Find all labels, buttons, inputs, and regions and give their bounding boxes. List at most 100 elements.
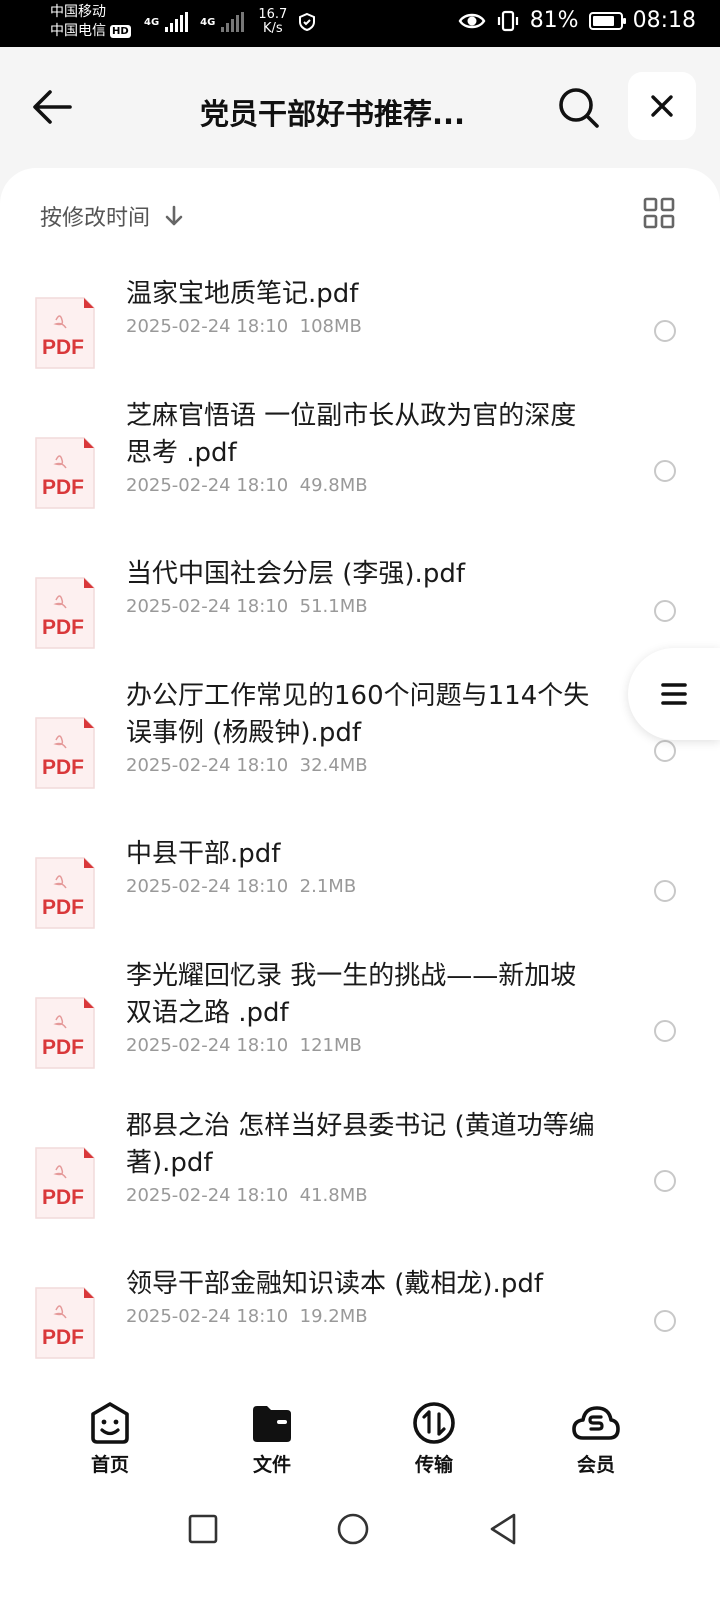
- signal-icon: [165, 12, 189, 32]
- carrier-1: 中国移动: [50, 4, 106, 20]
- svg-text:PDF: PDF: [42, 1036, 84, 1059]
- file-date: 2025-02-24 18:10: [126, 1035, 289, 1056]
- back-triangle-icon[interactable]: [488, 1512, 518, 1546]
- folder-icon: [253, 1406, 291, 1442]
- file-info: 办公厅工作常见的160个问题与114个失误事例 (杨殿钟).pdf 2025-0…: [126, 678, 596, 778]
- nav-home[interactable]: 首页: [60, 1400, 160, 1477]
- search-icon: [559, 88, 599, 128]
- pdf-file-icon: PDF: [34, 436, 96, 510]
- status-bar: 中国移动 中国电信 HD 4G 4G 16.7 K/s 81% 08:18: [0, 0, 720, 47]
- select-radio[interactable]: [654, 880, 676, 902]
- svg-text:PDF: PDF: [42, 476, 84, 499]
- file-name: 当代中国社会分层 (李强).pdf: [126, 559, 465, 589]
- smiley-icon: [91, 1402, 129, 1444]
- nav-vip-label: 会员: [576, 1454, 615, 1476]
- file-row[interactable]: PDF 领导干部金融知识读本 (戴相龙).pdf 2025-02-24 18:1…: [0, 1248, 720, 1388]
- svg-text:PDF: PDF: [42, 616, 84, 639]
- nav-files[interactable]: 文件: [222, 1400, 322, 1477]
- signal-area: 4G 4G 16.7 K/s: [144, 8, 317, 36]
- eye-icon: [458, 13, 486, 28]
- file-row[interactable]: PDF 办公厅工作常见的160个问题与114个失误事例 (杨殿钟).pdf 20…: [0, 678, 720, 818]
- vibrate-icon: [497, 10, 518, 31]
- file-name: 领导干部金融知识读本 (戴相龙).pdf: [126, 1269, 543, 1299]
- nav-vip[interactable]: 会员: [546, 1400, 646, 1477]
- file-row[interactable]: PDF 芝麻官悟语 一位副市长从政为官的深度思考 .pdf 2025-02-24…: [0, 398, 720, 538]
- file-size: 108MB: [299, 316, 362, 337]
- file-size: 49.8MB: [299, 475, 368, 496]
- file-meta: 2025-02-24 18:10 2.1MB: [126, 875, 596, 899]
- svg-text:PDF: PDF: [42, 336, 84, 359]
- network-speed: 16.7 K/s: [258, 8, 287, 36]
- file-date: 2025-02-24 18:10: [126, 316, 289, 337]
- net-type-1: 4G: [144, 16, 160, 28]
- pdf-file-icon: PDF: [34, 1146, 96, 1220]
- close-button[interactable]: [628, 72, 696, 140]
- file-info: 领导干部金融知识读本 (戴相龙).pdf 2025-02-24 18:10 19…: [126, 1266, 596, 1329]
- pdf-file-icon: PDF: [34, 1286, 96, 1360]
- signal-icon-2: [221, 12, 245, 32]
- file-meta: 2025-02-24 18:10 108MB: [126, 315, 596, 339]
- sort-selector[interactable]: 按修改时间: [40, 200, 184, 232]
- file-info: 李光耀回忆录 我一生的挑战——新加坡双语之路 .pdf 2025-02-24 1…: [126, 958, 596, 1058]
- select-radio[interactable]: [654, 1020, 676, 1042]
- file-date: 2025-02-24 18:10: [126, 475, 289, 496]
- file-date: 2025-02-24 18:10: [126, 876, 289, 897]
- select-radio[interactable]: [654, 740, 676, 762]
- page-title: 党员干部好书推荐...: [200, 97, 466, 131]
- bottom-navigation: 首页 文件 传输 会员: [0, 1400, 720, 1490]
- speed-value: 16.7: [258, 7, 288, 22]
- file-meta: 2025-02-24 18:10 121MB: [126, 1034, 596, 1058]
- nav-transfer-label: 传输: [414, 1454, 453, 1476]
- file-row[interactable]: PDF 中县干部.pdf 2025-02-24 18:10 2.1MB: [0, 818, 720, 958]
- file-info: 当代中国社会分层 (李强).pdf 2025-02-24 18:10 51.1M…: [126, 556, 596, 619]
- file-name: 中县干部.pdf: [126, 839, 281, 869]
- file-date: 2025-02-24 18:10: [126, 596, 289, 617]
- file-date: 2025-02-24 18:10: [126, 755, 289, 776]
- file-info: 中县干部.pdf 2025-02-24 18:10 2.1MB: [126, 836, 596, 899]
- svg-text:PDF: PDF: [42, 756, 84, 779]
- file-row[interactable]: PDF 李光耀回忆录 我一生的挑战——新加坡双语之路 .pdf 2025-02-…: [0, 958, 720, 1098]
- svg-text:PDF: PDF: [42, 896, 84, 919]
- system-navigation-bar: [0, 1490, 720, 1600]
- header: 党员干部好书推荐...: [0, 47, 720, 167]
- select-radio[interactable]: [654, 320, 676, 342]
- file-info: 温家宝地质笔记.pdf 2025-02-24 18:10 108MB: [126, 276, 596, 339]
- clock: 08:18: [632, 8, 696, 33]
- file-meta: 2025-02-24 18:10 32.4MB: [126, 754, 596, 778]
- file-name: 芝麻官悟语 一位副市长从政为官的深度思考 .pdf: [126, 401, 577, 468]
- search-button[interactable]: [556, 85, 602, 131]
- file-row[interactable]: PDF 郡县之治 怎样当好县委书记 (黄道功等编著).pdf 2025-02-2…: [0, 1108, 720, 1248]
- pdf-file-icon: PDF: [34, 856, 96, 930]
- transfer-icon: [413, 1402, 455, 1444]
- menu-icon: [661, 683, 687, 705]
- select-radio[interactable]: [654, 1310, 676, 1332]
- grid-icon: [643, 197, 675, 229]
- file-row[interactable]: PDF 当代中国社会分层 (李强).pdf 2025-02-24 18:10 5…: [0, 538, 720, 678]
- file-meta: 2025-02-24 18:10 49.8MB: [126, 474, 596, 498]
- arrow-left-icon: [33, 90, 72, 124]
- select-radio[interactable]: [654, 600, 676, 622]
- grid-view-button[interactable]: [642, 196, 676, 230]
- recent-apps-icon[interactable]: [188, 1514, 218, 1544]
- home-circle-icon[interactable]: [336, 1512, 370, 1546]
- hd-badge: HD: [110, 25, 131, 38]
- system-status: 81% 08:18: [458, 8, 696, 33]
- svg-text:PDF: PDF: [42, 1326, 84, 1349]
- select-radio[interactable]: [654, 1170, 676, 1192]
- file-size: 121MB: [299, 1035, 362, 1056]
- select-radio[interactable]: [654, 460, 676, 482]
- file-row[interactable]: PDF 温家宝地质笔记.pdf 2025-02-24 18:10 108MB: [0, 258, 720, 398]
- pdf-file-icon: PDF: [34, 716, 96, 790]
- file-list-panel: 按修改时间 PDF 温家宝地质笔记.pdf 2025-02-24 18:10 1…: [0, 168, 720, 1430]
- file-date: 2025-02-24 18:10: [126, 1306, 289, 1327]
- battery-percent: 81%: [529, 8, 579, 33]
- file-size: 2.1MB: [299, 876, 357, 897]
- file-info: 郡县之治 怎样当好县委书记 (黄道功等编著).pdf 2025-02-24 18…: [126, 1108, 596, 1208]
- nav-transfer[interactable]: 传输: [384, 1400, 484, 1477]
- svg-text:PDF: PDF: [42, 1186, 84, 1209]
- file-meta: 2025-02-24 18:10 19.2MB: [126, 1305, 596, 1329]
- back-button[interactable]: [30, 85, 74, 129]
- file-date: 2025-02-24 18:10: [126, 1185, 289, 1206]
- speed-unit: K/s: [262, 21, 283, 36]
- floating-menu-button[interactable]: [628, 648, 720, 740]
